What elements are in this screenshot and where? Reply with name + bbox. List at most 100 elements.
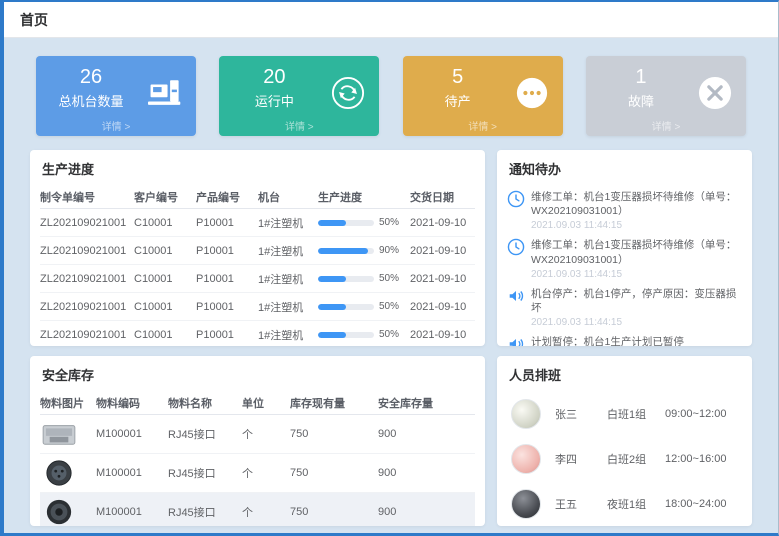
notice-text: 计划暂停：机台1生产计划已暂停 (531, 335, 684, 346)
cell-product: P10001 (196, 273, 258, 285)
speaker-icon (507, 287, 525, 305)
table-row: M100001 RJ45接口 个 750 900 (40, 493, 475, 526)
notice-time: 2021.09.03 11:44:15 (531, 269, 742, 280)
running-cycle-icon (331, 76, 365, 110)
card-fault[interactable]: 1 故障 详情 > (586, 56, 746, 136)
cell-order: ZL202109021001 (40, 329, 134, 341)
notice-time: 2021.09.03 11:44:15 (531, 220, 742, 231)
clock-icon (507, 190, 525, 208)
machine-icon (148, 76, 182, 110)
cell-order: ZL202109021001 (40, 273, 134, 285)
panel-title: 生产进度 (30, 150, 485, 185)
material-image (40, 498, 78, 526)
fault-value: 1 (586, 65, 696, 89)
material-image (40, 459, 78, 487)
total-machines-value: 26 (36, 65, 146, 89)
cell-date: 2021-09-10 (410, 245, 474, 257)
progress-bar: 50% (318, 301, 410, 312)
table-row: ZL202109021001 C10001 P10001 1#注塑机 50% 2… (40, 321, 475, 346)
cell-machine: 1#注塑机 (258, 243, 318, 259)
card-main: 1 故障 (586, 56, 696, 110)
cell-customer: C10001 (134, 217, 196, 229)
notice-text: 机台停产：机台1停产，停产原因：变压器损坏 (531, 287, 742, 315)
cell-product: P10001 (196, 301, 258, 313)
fault-detail-link[interactable]: 详情 > (586, 118, 746, 133)
card-main: 5 待产 (403, 56, 513, 110)
ellipsis-icon (515, 76, 549, 110)
staff-shift: 白班2组 (607, 451, 665, 467)
cell-machine: 1#注塑机 (258, 299, 318, 315)
running-detail-link[interactable]: 详情 > (219, 118, 379, 133)
dashboard-content: 生产进度 制令单编号 客户编号 产品编号 机台 生产进度 交货日期 ZL2021… (4, 136, 778, 526)
cell-current-stock: 750 (290, 467, 378, 479)
notice-body: 维修工单：机台1变压器损坏待维修（单号：WX202109031001） 2021… (531, 190, 742, 231)
col-order: 制令单编号 (40, 189, 134, 205)
total-machines-label: 总机台数量 (36, 91, 146, 110)
card-total-machines[interactable]: 26 总机台数量 详情 > (36, 56, 196, 136)
staff-time: 09:00~12:00 (665, 408, 738, 420)
table-row: ZL202109021001 C10001 P10001 1#注塑机 50% 2… (40, 209, 475, 237)
total-machines-detail-link[interactable]: 详情 > (36, 118, 196, 133)
cell-material-image (40, 498, 96, 526)
table-row: ZL202109021001 C10001 P10001 1#注塑机 50% 2… (40, 265, 475, 293)
table-row: ZL202109021001 C10001 P10001 1#注塑机 90% 2… (40, 237, 475, 265)
card-main: 20 运行中 (219, 56, 329, 110)
cell-safety-stock: 900 (378, 467, 458, 479)
notice-body: 机台停产：机台1停产，停产原因：变压器损坏 2021.09.03 11:44:1… (531, 287, 742, 328)
avatar (511, 399, 541, 429)
staff-time: 18:00~24:00 (665, 498, 738, 510)
col-customer: 客户编号 (134, 189, 196, 205)
notice-text: 维修工单：机台1变压器损坏待维修（单号：WX202109031001） (531, 238, 742, 266)
cell-material-name: RJ45接口 (168, 426, 242, 442)
notice-time: 2021.09.03 11:44:15 (531, 317, 742, 328)
col-product: 产品编号 (196, 189, 258, 205)
panel-title: 人员排班 (497, 356, 752, 391)
cell-date: 2021-09-10 (410, 301, 474, 313)
staff-name: 张三 (555, 406, 607, 422)
notice-text: 维修工单：机台1变压器损坏待维修（单号：WX202109031001） (531, 190, 742, 218)
notice-item[interactable]: 计划暂停：机台1生产计划已暂停 2021.09.03 11:44:15 (497, 330, 752, 346)
cell-material-code: M100001 (96, 506, 168, 518)
cell-product: P10001 (196, 245, 258, 257)
staff-shift: 夜班1组 (607, 496, 665, 512)
notice-item[interactable]: 维修工单：机台1变压器损坏待维修（单号：WX202109031001） 2021… (497, 185, 752, 233)
cell-date: 2021-09-10 (410, 217, 474, 229)
card-waiting[interactable]: 5 待产 详情 > (403, 56, 563, 136)
card-running[interactable]: 20 运行中 详情 > (219, 56, 379, 136)
cell-order: ZL202109021001 (40, 245, 134, 257)
clock-icon (507, 238, 525, 256)
notice-body: 维修工单：机台1变压器损坏待维修（单号：WX202109031001） 2021… (531, 238, 742, 279)
col-machine: 机台 (258, 189, 318, 205)
waiting-detail-link[interactable]: 详情 > (403, 118, 563, 133)
dashboard-page: 首页 26 总机台数量 详情 > 20 运行中 (0, 0, 779, 536)
cell-order: ZL202109021001 (40, 217, 134, 229)
cell-machine: 1#注塑机 (258, 327, 318, 343)
speaker-icon (507, 335, 525, 346)
staff-name: 李四 (555, 451, 607, 467)
notice-item[interactable]: 维修工单：机台1变压器损坏待维修（单号：WX202109031001） 2021… (497, 233, 752, 281)
fault-label: 故障 (586, 91, 696, 110)
table-header-row: 制令单编号 客户编号 产品编号 机台 生产进度 交货日期 (40, 185, 475, 209)
cell-unit: 个 (242, 426, 290, 442)
page-header: 首页 (4, 2, 778, 38)
staff-row: 王五 夜班1组 18:00~24:00 (497, 481, 752, 526)
cell-unit: 个 (242, 465, 290, 481)
staff-row: 张三 白班1组 09:00~12:00 (497, 391, 752, 436)
staff-time: 12:00~16:00 (665, 453, 738, 465)
stock-table: 物料图片 物料编码 物料名称 单位 库存现有量 安全库存量 (30, 391, 485, 526)
waiting-label: 待产 (403, 91, 513, 110)
avatar (511, 489, 541, 519)
progress-bar: 90% (318, 245, 410, 256)
table-row: ZL202109021001 C10001 P10001 1#注塑机 50% 2… (40, 293, 475, 321)
notice-item[interactable]: 机台停产：机台1停产，停产原因：变压器损坏 2021.09.03 11:44:1… (497, 282, 752, 330)
cell-unit: 个 (242, 504, 290, 520)
col-safety-stock: 安全库存量 (378, 395, 458, 411)
cell-customer: C10001 (134, 329, 196, 341)
cell-material-name: RJ45接口 (168, 465, 242, 481)
notice-body: 计划暂停：机台1生产计划已暂停 2021.09.03 11:44:15 (531, 335, 684, 346)
cell-material-name: RJ45接口 (168, 504, 242, 520)
notices-panel: 通知待办 维修工单：机台1变压器损坏待维修（单号：WX202109031001）… (497, 150, 752, 346)
production-table: 制令单编号 客户编号 产品编号 机台 生产进度 交货日期 ZL202109021… (30, 185, 485, 346)
running-label: 运行中 (219, 91, 329, 110)
cell-current-stock: 750 (290, 506, 378, 518)
